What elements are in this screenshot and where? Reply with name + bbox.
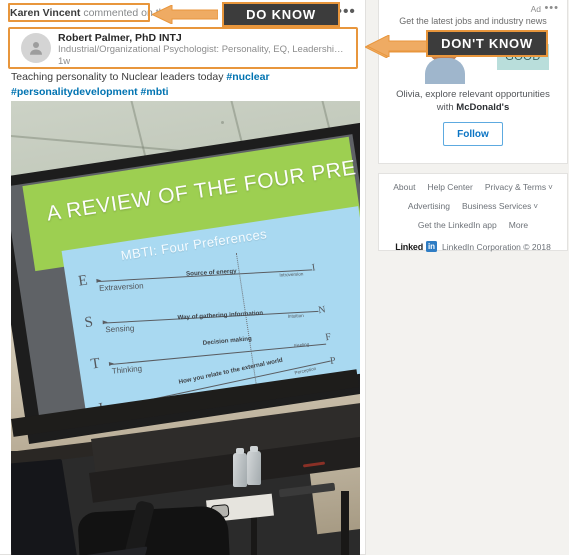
footer-link-privacy-terms-label: Privacy & Terms xyxy=(484,182,547,192)
footer-link-get-app[interactable]: Get the LinkedIn app xyxy=(418,220,497,231)
desk-leg-right xyxy=(341,491,349,555)
row-sn-left-label: Sensing xyxy=(105,323,135,335)
right-sidebar: Ad ••• Get the latest jobs and industry … xyxy=(365,0,569,555)
laptop-screen xyxy=(11,458,81,555)
row-tf-left-letter: T xyxy=(89,355,102,373)
author-headline: Industrial/Organizational Psychologist: … xyxy=(58,44,348,55)
row-ei-right-letter: I xyxy=(311,262,317,274)
ad-headline: Get the latest jobs and industry news xyxy=(399,16,547,26)
follow-button-label: Follow xyxy=(457,128,489,140)
footer-row-3: Get the LinkedIn app More xyxy=(379,220,567,231)
footer-row-1: About Help Center Privacy & Terms ˅ xyxy=(379,182,567,193)
water-bottle-left xyxy=(233,448,247,487)
footer-link-about[interactable]: About xyxy=(393,182,415,193)
post-image[interactable]: A REVIEW OF THE FOUR PREFERENCES MBTI: F… xyxy=(11,101,360,555)
footer-link-privacy-terms[interactable]: Privacy & Terms ˅ xyxy=(485,182,553,193)
ad-overflow-menu-icon[interactable]: ••• xyxy=(544,3,559,14)
footer-link-business-services-label: Business Services xyxy=(461,201,532,211)
row-sn-right-label: Intuition xyxy=(287,313,304,319)
dont-know-badge: DON'T KNOW xyxy=(426,30,548,57)
site-footer-card: About Help Center Privacy & Terms ˅ Adver… xyxy=(378,173,568,252)
classroom-photo: A REVIEW OF THE FOUR PREFERENCES MBTI: F… xyxy=(11,101,360,555)
hashtag-nuclear[interactable]: #nuclear xyxy=(226,71,269,83)
screenshot-root: Karen Vincent commented on this ••• Robe… xyxy=(0,0,569,555)
footer-brand: Linked in LinkedIn Corporation © 2018 xyxy=(379,241,567,252)
chevron-down-icon-business: ˅ xyxy=(533,202,539,211)
ad-copy: Olivia, explore relevant opportunities w… xyxy=(387,88,559,114)
linkedin-wordmark: Linked xyxy=(395,241,423,252)
ad-person-body xyxy=(425,58,465,84)
footer-link-more[interactable]: More xyxy=(509,220,528,231)
footer-link-advertising[interactable]: Advertising xyxy=(408,201,450,212)
do-know-label: DO KNOW xyxy=(246,7,316,22)
do-know-badge: DO KNOW xyxy=(222,2,340,27)
row-ei-left-label: Extraversion xyxy=(98,281,144,293)
feed-post-card: Karen Vincent commented on this ••• Robe… xyxy=(0,0,442,555)
row-tf-right-label: Feeling xyxy=(293,341,310,349)
orange-left-arrow-top xyxy=(150,4,219,25)
row-sn-right-letter: N xyxy=(317,304,327,317)
footer-copyright: LinkedIn Corporation © 2018 xyxy=(442,241,551,252)
chevron-down-icon-privacy: ˅ xyxy=(548,183,553,192)
avatar[interactable] xyxy=(21,33,51,63)
row-ei-center-label: Source of energy xyxy=(185,267,237,278)
post-body-plain: Teaching personality to Nuclear leaders … xyxy=(11,71,227,83)
hashtag-mbti[interactable]: #mbti xyxy=(141,86,169,98)
ad-company-name: McDonald's xyxy=(456,102,510,113)
row-ei-right-label: Introversion xyxy=(279,271,304,278)
highlight-box-context xyxy=(8,3,150,22)
follow-button[interactable]: Follow xyxy=(443,122,503,146)
footer-link-help-center[interactable]: Help Center xyxy=(427,182,472,193)
post-timestamp: 1w xyxy=(58,56,71,67)
row-jp-right-letter: P xyxy=(329,355,337,367)
row-sn-center-label: Way of gathering information xyxy=(177,309,264,322)
ad-label: Ad xyxy=(530,4,541,14)
dont-know-label: DON'T KNOW xyxy=(441,36,533,51)
water-bottle-right xyxy=(247,446,261,485)
bag-large xyxy=(77,505,235,555)
footer-link-business-services[interactable]: Business Services ˅ xyxy=(462,201,538,212)
footer-row-2: Advertising Business Services ˅ xyxy=(379,201,567,212)
ad-card: Ad ••• Get the latest jobs and industry … xyxy=(378,0,568,164)
row-ei-left-letter: E xyxy=(77,272,89,290)
linkedin-logo-icon: in xyxy=(426,241,437,252)
hashtag-personalitydevelopment[interactable]: #personalitydevelopment xyxy=(11,86,138,98)
row-tf-right-letter: F xyxy=(324,331,332,344)
row-tf-left-label: Thinking xyxy=(111,363,143,376)
row-sn-left-letter: S xyxy=(83,314,95,332)
post-body-text: Teaching personality to Nuclear leaders … xyxy=(11,70,301,100)
